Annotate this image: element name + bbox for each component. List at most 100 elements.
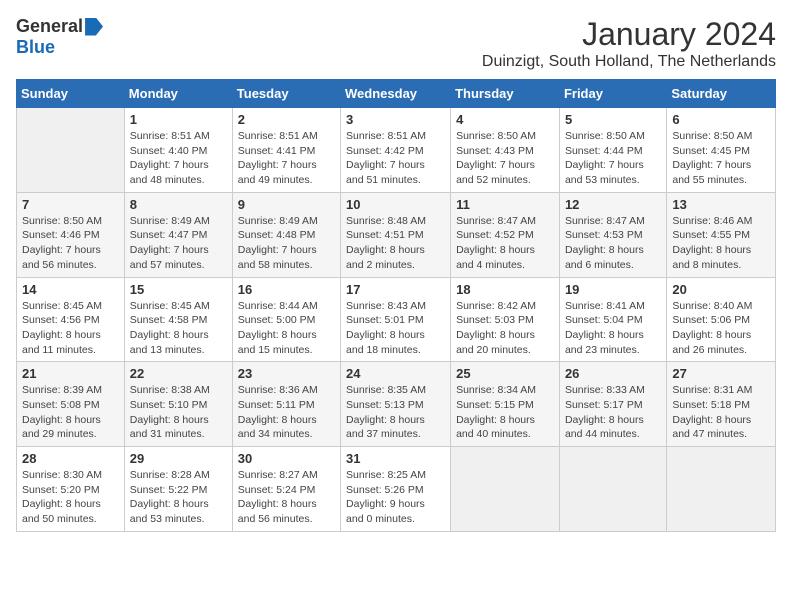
day-number: 3: [346, 112, 445, 127]
day-number: 12: [565, 197, 661, 212]
day-number: 16: [238, 282, 335, 297]
day-number: 2: [238, 112, 335, 127]
day-number: 20: [672, 282, 770, 297]
calendar-cell: 9 Sunrise: 8:49 AMSunset: 4:48 PMDaylight…: [232, 192, 340, 277]
calendar-cell: 31Sunrise: 8:25 AMSunset: 5:26 PMDayligh…: [341, 447, 451, 532]
calendar-cell: 30Sunrise: 8:27 AMSunset: 5:24 PMDayligh…: [232, 447, 340, 532]
header-row: Sunday Monday Tuesday Wednesday Thursday…: [17, 80, 776, 108]
day-number: 1: [130, 112, 227, 127]
day-info: Sunrise: 8:50 AMSunset: 4:46 PMDaylight:…: [22, 214, 119, 273]
day-info: Sunrise: 8:42 AMSunset: 5:03 PMDaylight:…: [456, 299, 554, 358]
day-number: 27: [672, 366, 770, 381]
calendar-table: Sunday Monday Tuesday Wednesday Thursday…: [16, 79, 776, 532]
day-info: Sunrise: 8:31 AMSunset: 5:18 PMDaylight:…: [672, 383, 770, 442]
logo-blue: Blue: [16, 37, 55, 58]
week-row-4: 21 Sunrise: 8:39 AMSunset: 5:08 PMDayligh…: [17, 362, 776, 447]
day-number: 21: [22, 366, 119, 381]
day-number: 13: [672, 197, 770, 212]
day-info: Sunrise: 8:47 AMSunset: 4:53 PMDaylight:…: [565, 214, 661, 273]
calendar-cell: 29Sunrise: 8:28 AMSunset: 5:22 PMDayligh…: [124, 447, 232, 532]
calendar-cell: 19Sunrise: 8:41 AMSunset: 5:04 PMDayligh…: [559, 277, 666, 362]
day-number: 10: [346, 197, 445, 212]
day-number: 26: [565, 366, 661, 381]
day-number: 28: [22, 451, 119, 466]
logo-icon: [85, 18, 103, 36]
day-number: 30: [238, 451, 335, 466]
day-info: Sunrise: 8:30 AMSunset: 5:20 PMDaylight:…: [22, 468, 119, 527]
calendar-cell: 21 Sunrise: 8:39 AMSunset: 5:08 PMDayligh…: [17, 362, 125, 447]
calendar-cell: 28 Sunrise: 8:30 AMSunset: 5:20 PMDayligh…: [17, 447, 125, 532]
day-number: 15: [130, 282, 227, 297]
day-info: Sunrise: 8:45 AMSunset: 4:58 PMDaylight:…: [130, 299, 227, 358]
header-wednesday: Wednesday: [341, 80, 451, 108]
day-number: 8: [130, 197, 227, 212]
header-monday: Monday: [124, 80, 232, 108]
logo-general: General: [16, 16, 83, 37]
day-info: Sunrise: 8:47 AMSunset: 4:52 PMDaylight:…: [456, 214, 554, 273]
calendar-cell: 14Sunrise: 8:45 AMSunset: 4:56 PMDayligh…: [17, 277, 125, 362]
day-info: Sunrise: 8:49 AMSunset: 4:47 PMDaylight:…: [130, 214, 227, 273]
calendar-cell: 16Sunrise: 8:44 AMSunset: 5:00 PMDayligh…: [232, 277, 340, 362]
calendar-cell: [559, 447, 666, 532]
day-info: Sunrise: 8:50 AMSunset: 4:43 PMDaylight:…: [456, 129, 554, 188]
calendar-cell: 6 Sunrise: 8:50 AMSunset: 4:45 PMDaylight…: [667, 108, 776, 193]
calendar-subtitle: Duinzigt, South Holland, The Netherlands: [482, 53, 776, 71]
calendar-cell: 17Sunrise: 8:43 AMSunset: 5:01 PMDayligh…: [341, 277, 451, 362]
day-info: Sunrise: 8:40 AMSunset: 5:06 PMDaylight:…: [672, 299, 770, 358]
calendar-cell: 4 Sunrise: 8:50 AMSunset: 4:43 PMDaylight…: [451, 108, 560, 193]
calendar-cell: 10 Sunrise: 8:48 AMSunset: 4:51 PMDayligh…: [341, 192, 451, 277]
calendar-cell: 25 Sunrise: 8:34 AMSunset: 5:15 PMDayligh…: [451, 362, 560, 447]
day-number: 23: [238, 366, 335, 381]
day-info: Sunrise: 8:48 AMSunset: 4:51 PMDaylight:…: [346, 214, 445, 273]
day-number: 18: [456, 282, 554, 297]
day-info: Sunrise: 8:39 AMSunset: 5:08 PMDaylight:…: [22, 383, 119, 442]
calendar-cell: 12 Sunrise: 8:47 AMSunset: 4:53 PMDayligh…: [559, 192, 666, 277]
day-number: 6: [672, 112, 770, 127]
day-number: 19: [565, 282, 661, 297]
calendar-cell: 8 Sunrise: 8:49 AMSunset: 4:47 PMDaylight…: [124, 192, 232, 277]
day-number: 22: [130, 366, 227, 381]
day-number: 5: [565, 112, 661, 127]
day-number: 9: [238, 197, 335, 212]
day-number: 4: [456, 112, 554, 127]
header-tuesday: Tuesday: [232, 80, 340, 108]
day-number: 11: [456, 197, 554, 212]
calendar-cell: 24Sunrise: 8:35 AMSunset: 5:13 PMDayligh…: [341, 362, 451, 447]
header-friday: Friday: [559, 80, 666, 108]
calendar-cell: 2 Sunrise: 8:51 AMSunset: 4:41 PMDaylight…: [232, 108, 340, 193]
day-info: Sunrise: 8:51 AMSunset: 4:41 PMDaylight:…: [238, 129, 335, 188]
day-info: Sunrise: 8:50 AMSunset: 4:45 PMDaylight:…: [672, 129, 770, 188]
header: General Blue January 2024 Duinzigt, Sout…: [16, 16, 776, 71]
day-info: Sunrise: 8:38 AMSunset: 5:10 PMDaylight:…: [130, 383, 227, 442]
day-info: Sunrise: 8:46 AMSunset: 4:55 PMDaylight:…: [672, 214, 770, 273]
day-info: Sunrise: 8:34 AMSunset: 5:15 PMDaylight:…: [456, 383, 554, 442]
day-info: Sunrise: 8:51 AMSunset: 4:42 PMDaylight:…: [346, 129, 445, 188]
week-row-1: 1 Sunrise: 8:51 AMSunset: 4:40 PMDaylight…: [17, 108, 776, 193]
header-sunday: Sunday: [17, 80, 125, 108]
calendar-cell: 26 Sunrise: 8:33 AMSunset: 5:17 PMDayligh…: [559, 362, 666, 447]
week-row-5: 28 Sunrise: 8:30 AMSunset: 5:20 PMDayligh…: [17, 447, 776, 532]
day-info: Sunrise: 8:36 AMSunset: 5:11 PMDaylight:…: [238, 383, 335, 442]
calendar-cell: 11 Sunrise: 8:47 AMSunset: 4:52 PMDayligh…: [451, 192, 560, 277]
day-info: Sunrise: 8:49 AMSunset: 4:48 PMDaylight:…: [238, 214, 335, 273]
calendar-cell: 15 Sunrise: 8:45 AMSunset: 4:58 PMDayligh…: [124, 277, 232, 362]
day-info: Sunrise: 8:28 AMSunset: 5:22 PMDaylight:…: [130, 468, 227, 527]
calendar-cell: 7Sunrise: 8:50 AMSunset: 4:46 PMDaylight…: [17, 192, 125, 277]
week-row-2: 7Sunrise: 8:50 AMSunset: 4:46 PMDaylight…: [17, 192, 776, 277]
calendar-cell: 1 Sunrise: 8:51 AMSunset: 4:40 PMDaylight…: [124, 108, 232, 193]
day-info: Sunrise: 8:51 AMSunset: 4:40 PMDaylight:…: [130, 129, 227, 188]
day-number: 14: [22, 282, 119, 297]
calendar-cell: [17, 108, 125, 193]
title-section: January 2024 Duinzigt, South Holland, Th…: [482, 16, 776, 71]
day-info: Sunrise: 8:43 AMSunset: 5:01 PMDaylight:…: [346, 299, 445, 358]
day-info: Sunrise: 8:50 AMSunset: 4:44 PMDaylight:…: [565, 129, 661, 188]
calendar-cell: [451, 447, 560, 532]
logo: General Blue: [16, 16, 103, 58]
day-info: Sunrise: 8:33 AMSunset: 5:17 PMDaylight:…: [565, 383, 661, 442]
calendar-cell: 27 Sunrise: 8:31 AMSunset: 5:18 PMDayligh…: [667, 362, 776, 447]
calendar-cell: 20 Sunrise: 8:40 AMSunset: 5:06 PMDayligh…: [667, 277, 776, 362]
day-number: 31: [346, 451, 445, 466]
day-number: 25: [456, 366, 554, 381]
header-thursday: Thursday: [451, 80, 560, 108]
calendar-cell: 13 Sunrise: 8:46 AMSunset: 4:55 PMDayligh…: [667, 192, 776, 277]
